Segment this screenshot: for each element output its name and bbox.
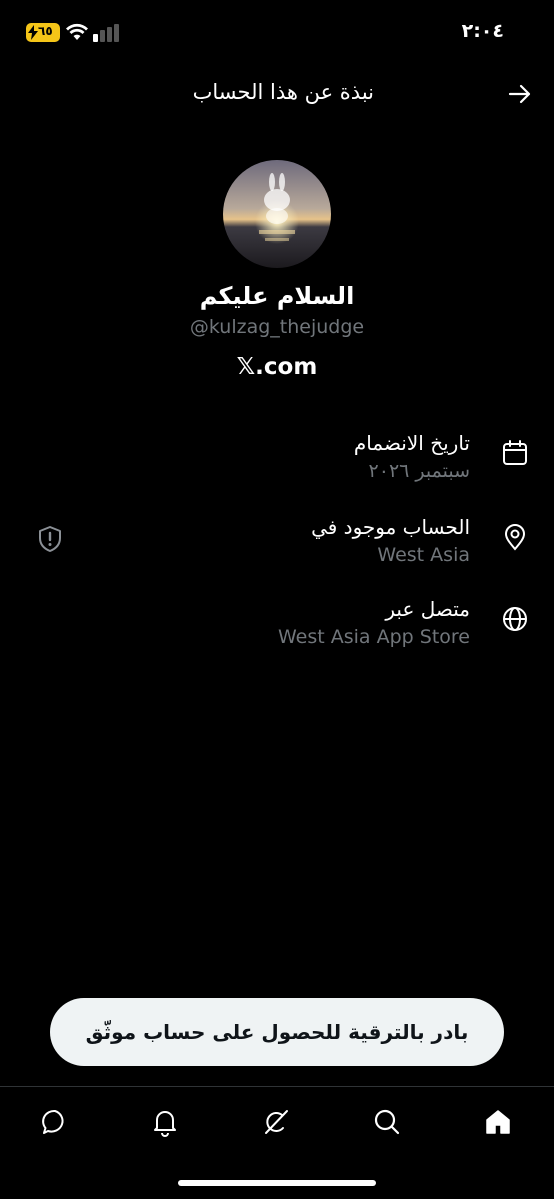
messages-icon — [42, 1109, 64, 1134]
wifi-icon — [66, 23, 88, 40]
battery-icon: ٦٥ — [26, 23, 60, 42]
page-title: نبذة عن هذا الحساب — [192, 80, 374, 104]
avatar[interactable] — [223, 160, 331, 268]
arrow-right-icon — [508, 84, 531, 104]
nav-notifications[interactable] — [148, 1105, 182, 1139]
info-value: سبتمبر ٢٠٢٦ — [368, 460, 470, 482]
info-label: متصل عبر — [385, 597, 470, 621]
battery-level: ٦٥ — [38, 24, 53, 38]
info-row-connected: متصل عبر West Asia App Store — [0, 594, 554, 658]
calendar-icon — [503, 440, 527, 465]
header: نبذة عن هذا الحساب — [0, 64, 554, 124]
home-icon — [486, 1110, 510, 1134]
nav-messages[interactable] — [38, 1105, 72, 1139]
info-row-joined: تاريخ الانضمام سبتمبر ٢٠٢٦ — [0, 428, 554, 492]
display-name: السلام عليكم — [199, 282, 355, 310]
grok-icon — [265, 1110, 288, 1134]
shield-icon[interactable] — [36, 524, 64, 554]
status-time: ٢:٠٤ — [461, 20, 504, 42]
status-bar: ٦٥ ٢:٠٤ — [0, 0, 554, 64]
signal-icon — [93, 24, 119, 42]
info-label: تاريخ الانضمام — [353, 431, 470, 455]
nav-grok[interactable] — [259, 1105, 293, 1139]
info-label: الحساب موجود في — [311, 515, 470, 539]
nav-home[interactable] — [481, 1105, 515, 1139]
back-button[interactable] — [502, 76, 538, 112]
search-icon — [374, 1109, 400, 1135]
nav-search[interactable] — [370, 1105, 404, 1139]
notifications-icon — [154, 1111, 176, 1137]
info-value: West Asia — [377, 544, 470, 566]
location-pin-icon — [504, 524, 526, 551]
info-row-location: الحساب موجود في West Asia — [0, 512, 554, 576]
info-value: West Asia App Store — [278, 626, 470, 648]
home-indicator — [178, 1180, 376, 1186]
upgrade-button[interactable]: بادر بالترقية للحصول على حساب موثّق — [50, 998, 504, 1066]
user-handle: @kulzag_thejudge — [189, 316, 365, 338]
bottom-nav — [0, 1086, 554, 1156]
globe-icon — [503, 607, 527, 631]
website-link[interactable]: 𝕏.com — [0, 354, 554, 380]
